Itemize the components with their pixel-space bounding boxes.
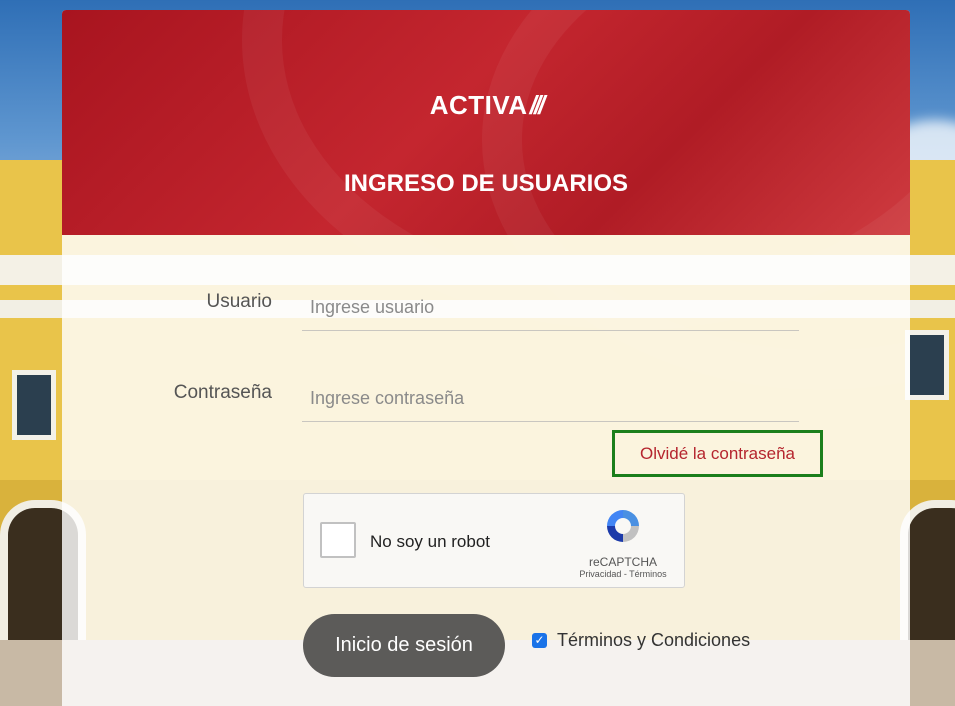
recaptcha-checkbox[interactable] [320,522,356,558]
background-window [905,330,949,400]
password-label: Contraseña [173,382,272,403]
terms-checkbox[interactable]: ✓ [532,633,547,648]
logo-mark-icon: /// [529,90,546,120]
recaptcha-icon [607,510,639,542]
recaptcha-widget: No soy un robot reCAPTCHA Privacidad - T… [303,493,685,588]
card-header: ACTIVA/// INGRESO DE USUARIOS [62,10,910,390]
activa-logo: ACTIVA/// [62,90,910,121]
page-title: INGRESO DE USUARIOS [343,170,629,197]
logo-text: ACTIVA [429,90,528,120]
background-window [12,370,56,440]
recaptcha-brand: reCAPTCHA [588,555,657,569]
terms-label[interactable]: Términos y Condiciones [557,630,750,651]
recaptcha-label: No soy un robot [370,532,491,551]
recaptcha-links[interactable]: Privacidad - Términos [568,569,678,579]
username-label: Usuario [206,291,272,312]
forgot-password-link[interactable]: Olvidé la contraseña [612,430,823,477]
password-input[interactable] [302,376,799,422]
terms-checkbox-row[interactable]: ✓ Términos y Condiciones [532,630,750,651]
header-decoration [482,10,910,390]
login-button[interactable]: Inicio de sesión [303,614,505,677]
recaptcha-branding: reCAPTCHA Privacidad - Términos [568,506,678,579]
username-input[interactable] [302,285,799,331]
login-card: ACTIVA/// INGRESO DE USUARIOS Usuario Co… [62,10,910,706]
